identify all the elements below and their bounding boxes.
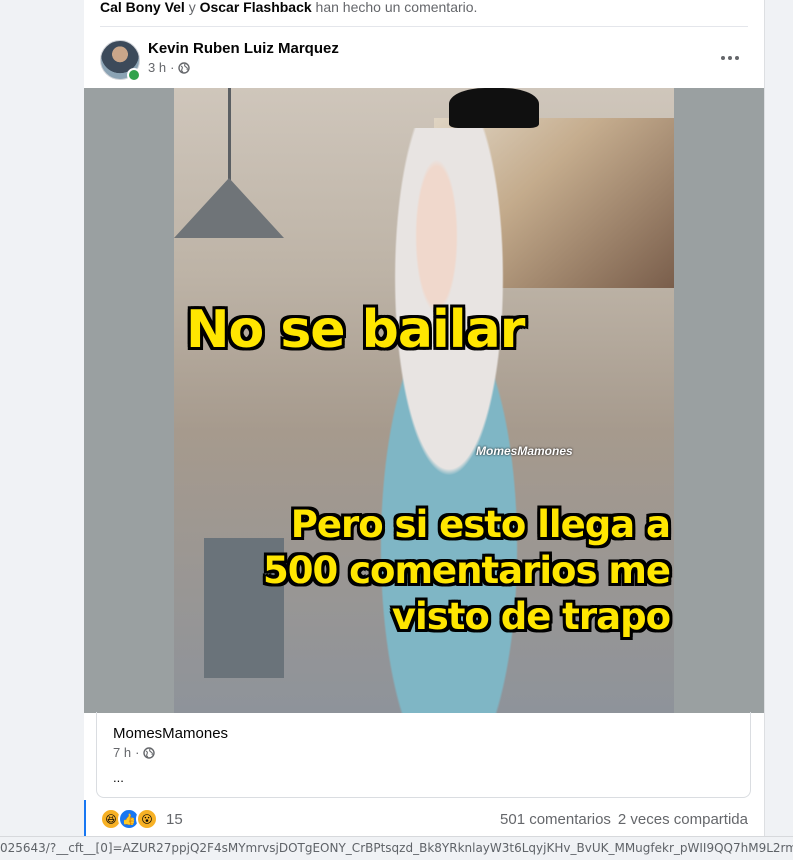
divider [100,26,748,27]
caption-bottom-line: Pero si esto llega a [290,503,671,546]
comments-count[interactable]: 501 comentarios [500,811,611,828]
shares-count[interactable]: 2 veces compartida [618,811,748,828]
caption-bottom: Pero si esto llega a 500 comentarios me … [262,502,671,640]
meta-separator: · [170,60,175,75]
reaction-count[interactable]: 15 [166,811,183,828]
caption-bottom-line: 500 comentarios me [262,549,671,592]
lamp [174,178,284,238]
shared-separator: · [135,745,140,760]
status-url-bar: 025643/?__cft__[0]=AZUR27ppjQ2F4sMYmrvsj… [0,836,793,860]
post-stats: 501 comentarios 2 veces compartida [500,811,748,828]
post-meta: 3 h · [148,60,191,75]
caption-top: No se bailar [186,300,525,360]
wow-reaction-icon: 😮 [136,808,158,830]
post-media[interactable]: No se bailar MomesMamones Pero si esto l… [84,88,764,713]
globe-icon [143,746,156,759]
online-status-dot [127,68,141,82]
focus-indicator [84,800,86,840]
caption-bottom-line: visto de trapo [391,595,671,638]
activity-joiner: y [188,0,196,15]
activity-user-2[interactable]: Oscar Flashback [200,0,312,15]
image-watermark: MomesMamones [476,444,573,458]
post-time[interactable]: 3 h [148,60,166,75]
activity-line: Cal Bony Vel y Oscar Flashback han hecho… [100,0,750,26]
activity-user-1[interactable]: Cal Bony Vel [100,0,185,15]
shared-meta: 7 h · [113,745,156,760]
activity-suffix: han hecho un comentario. [315,0,478,15]
reaction-summary[interactable]: 😆 👍 😮 15 [100,808,183,830]
post-author[interactable]: Kevin Ruben Luiz Marquez [148,40,339,57]
shared-ellipsis[interactable]: ... [113,770,124,785]
shared-time[interactable]: 7 h [113,745,131,760]
lamp-wire [228,88,231,180]
hair-bow [449,88,539,128]
globe-icon[interactable] [178,61,191,74]
more-options-icon[interactable] [716,44,744,72]
meme-image[interactable]: No se bailar MomesMamones Pero si esto l… [174,88,674,713]
status-url: 025643/?__cft__[0]=AZUR27ppjQ2F4sMYmrvsj… [0,841,793,855]
shared-page-name[interactable]: MomesMamones [113,725,228,742]
